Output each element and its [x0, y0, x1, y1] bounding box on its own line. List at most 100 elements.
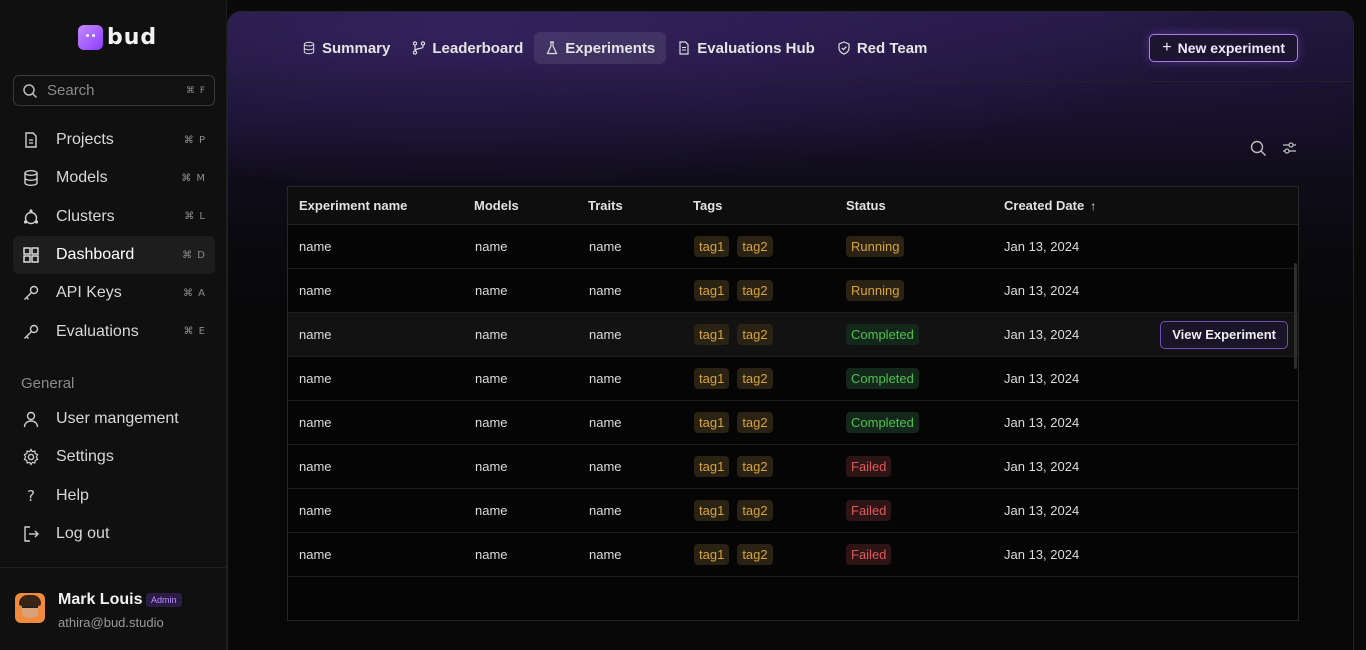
app: bud ⌘ F Projects ⌘ P Models ⌘ M Clusters ⌘ L D… [0, 0, 1366, 650]
experiment-name-cell: name [299, 327, 332, 342]
column-header-tags[interactable]: Tags [693, 198, 722, 213]
tag-chip: tag2 [737, 280, 773, 301]
tag-chip: tag2 [737, 544, 773, 565]
tag-chip: tag2 [737, 236, 773, 257]
table-row[interactable]: name name name tag1 tag2 Failed Jan 13, 2024 [288, 533, 1298, 577]
table-row[interactable]: name name name tag1 tag2 Completed Jan 13, 202… [288, 401, 1298, 445]
tag-chip: tag1 [694, 324, 730, 345]
column-header-label: Traits [588, 198, 623, 213]
sidebar-item-settings[interactable]: Settings [13, 438, 215, 476]
table-body: name name name tag1 tag2 Running Jan 13, 2024 n… [288, 225, 1298, 577]
tag-chip: tag1 [694, 456, 730, 477]
tab-evaluations-hub[interactable]: Evaluations Hub [666, 32, 826, 64]
tags-cell: tag1 tag2 [694, 324, 773, 345]
question-icon: ? [21, 486, 40, 505]
sidebar-item-projects[interactable]: Projects ⌘ P [13, 121, 215, 159]
table-scrollbar[interactable] [1294, 263, 1297, 369]
models-cell: name [475, 283, 508, 298]
sidebar-item-models[interactable]: Models ⌘ M [13, 159, 215, 197]
status-badge: Completed [846, 368, 919, 389]
table-row[interactable]: name name name tag1 tag2 Failed Jan 13, 2024 [288, 489, 1298, 533]
column-header-traits[interactable]: Traits [588, 198, 623, 213]
filter-sliders-icon[interactable] [1281, 140, 1298, 157]
column-header-label: Experiment name [299, 198, 408, 213]
status-cell: Completed [846, 412, 919, 433]
tab-summary[interactable]: Summary [291, 32, 401, 64]
search-box[interactable]: ⌘ F [13, 75, 215, 106]
profile-card[interactable]: Mark Louis Admin athira@bud.studio [0, 567, 227, 650]
status-cell: Completed [846, 324, 919, 345]
status-badge: Failed [846, 500, 892, 521]
tag-chip: tag1 [694, 500, 730, 521]
sidebar-item-user-mangement[interactable]: User mangement [13, 400, 215, 438]
table-header: Experiment name Models Traits Tags Status Cre… [288, 187, 1298, 225]
new-experiment-button[interactable]: + New experiment [1149, 34, 1298, 62]
tag-chip: tag1 [694, 544, 730, 565]
logo-text: bud [107, 25, 158, 50]
top-bar: Summary Leaderboard Experiments Evaluations… [228, 12, 1353, 82]
logout-icon [21, 525, 40, 544]
tag-chip: tag1 [694, 412, 730, 433]
status-cell: Failed [846, 456, 892, 477]
tag-chip: tag2 [737, 456, 773, 477]
sidebar-item-dashboard[interactable]: Dashboard ⌘ D [13, 235, 215, 275]
search-icon[interactable] [1250, 140, 1267, 157]
column-header-experiment-name[interactable]: Experiment name [299, 198, 407, 213]
models-cell: name [475, 371, 508, 386]
traits-cell: name [589, 327, 622, 342]
models-cell: name [475, 459, 508, 474]
search-icon [23, 83, 38, 98]
shortcut-hint: ⌘ L [184, 211, 206, 223]
sidebar-general-nav: User mangement Settings? Help Log out [13, 400, 215, 553]
database-icon [302, 41, 322, 55]
shortcut-hint: ⌘ E [183, 326, 206, 338]
table-row[interactable]: name name name tag1 tag2 Running Jan 13, 2024 [288, 269, 1298, 313]
tab-label: Summary [322, 39, 391, 57]
sidebar-item-label: Log out [56, 525, 110, 543]
created-date-cell: Jan 13, 2024 [1004, 547, 1080, 562]
sidebar-item-api-keys[interactable]: API Keys ⌘ A [13, 274, 215, 312]
tab-label: Evaluations Hub [697, 39, 815, 57]
tab-leaderboard[interactable]: Leaderboard [401, 32, 534, 64]
column-header-created-date[interactable]: Created Date ↑ [1004, 198, 1096, 213]
sidebar-item-clusters[interactable]: Clusters ⌘ L [13, 198, 215, 236]
tag-chip: tag2 [737, 500, 773, 521]
grid-icon [21, 246, 40, 265]
traits-cell: name [589, 371, 622, 386]
general-section-title: General [21, 375, 75, 392]
shield-icon [837, 41, 857, 55]
sidebar-item-evaluations[interactable]: Evaluations ⌘ E [13, 312, 215, 350]
tab-red-team[interactable]: Red Team [826, 32, 939, 64]
experiment-name-cell: name [299, 371, 332, 386]
table-row[interactable]: name name name tag1 tag2 Completed Jan 13, 202… [288, 313, 1298, 357]
status-badge: Running [846, 280, 905, 301]
tag-chip: tag1 [694, 368, 730, 389]
status-badge: Running [846, 236, 905, 257]
key-icon [21, 322, 40, 341]
column-header-models[interactable]: Models [474, 198, 519, 213]
status-cell: Failed [846, 544, 892, 565]
models-cell: name [475, 327, 508, 342]
column-header-status[interactable]: Status [846, 198, 886, 213]
tab-experiments[interactable]: Experiments [534, 32, 667, 64]
user-icon [21, 410, 40, 429]
search-input[interactable] [47, 82, 167, 99]
cluster-icon [21, 207, 40, 226]
table-row[interactable]: name name name tag1 tag2 Completed Jan 13, 202… [288, 357, 1298, 401]
logo[interactable]: bud [78, 25, 157, 50]
file-icon [21, 131, 40, 150]
tab-label: Red Team [856, 39, 928, 57]
view-experiment-button[interactable]: View Experiment [1160, 320, 1288, 349]
sort-ascending-icon[interactable]: ↑ [1090, 199, 1096, 213]
sidebar-item-log-out[interactable]: Log out [13, 515, 215, 553]
role-badge: Admin [146, 593, 182, 607]
bud-logo-icon [78, 25, 103, 50]
table-tools [1250, 140, 1298, 157]
profile-name: Mark Louis [58, 591, 143, 608]
branch-icon [412, 41, 432, 55]
tags-cell: tag1 tag2 [694, 412, 773, 433]
table-row[interactable]: name name name tag1 tag2 Running Jan 13, 2024 [288, 225, 1298, 269]
sidebar-item-help[interactable]: ? Help [13, 477, 215, 515]
shortcut-hint: ⌘ D [182, 249, 206, 261]
table-row[interactable]: name name name tag1 tag2 Failed Jan 13, 2024 [288, 445, 1298, 489]
